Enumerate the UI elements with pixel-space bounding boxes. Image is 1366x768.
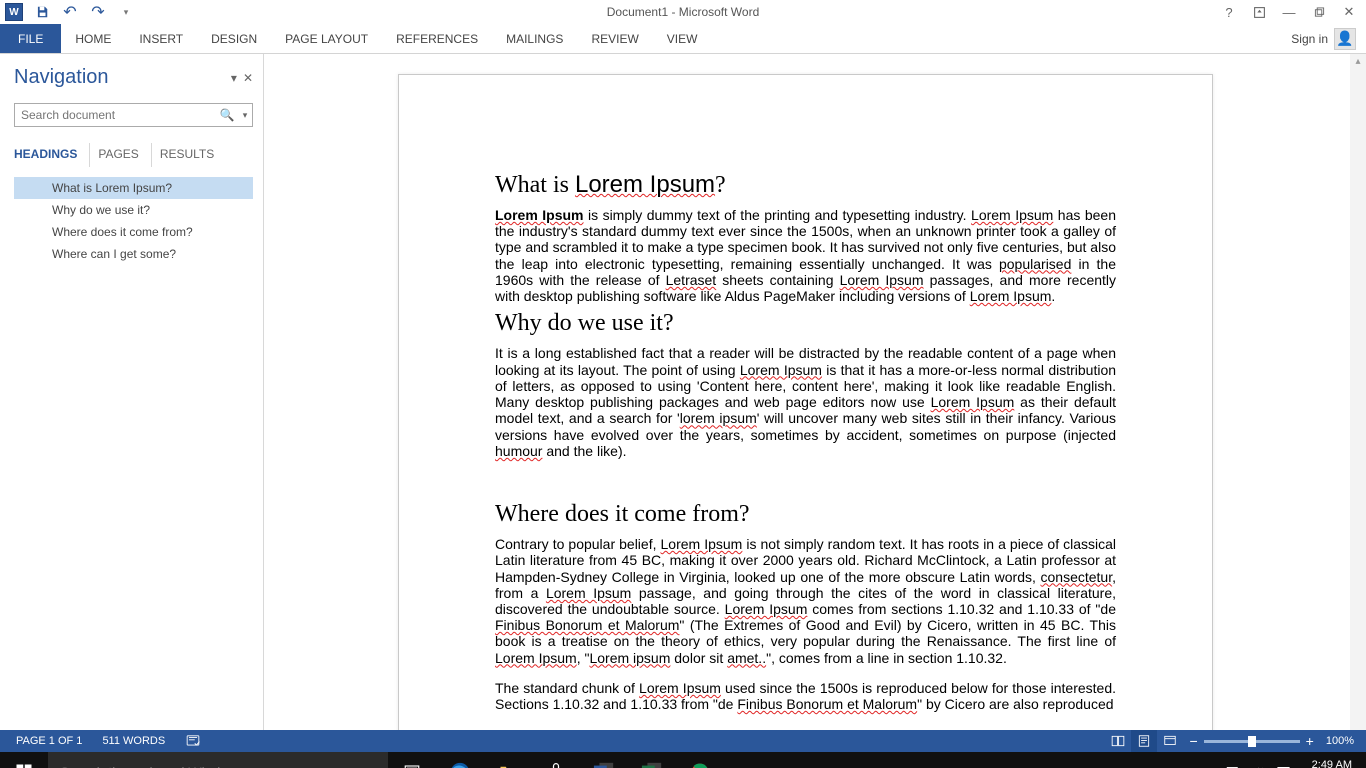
maximize-button[interactable] bbox=[1310, 3, 1328, 21]
tab-design[interactable]: DESIGN bbox=[197, 24, 271, 53]
tray-network-icon[interactable] bbox=[1226, 765, 1241, 768]
zoom-out-button[interactable]: − bbox=[1189, 734, 1197, 748]
ribbon-display-options-icon[interactable] bbox=[1250, 3, 1268, 21]
tray-action-center-icon[interactable] bbox=[1276, 765, 1291, 768]
quick-access-toolbar: W ↶ ↷ ▾ bbox=[0, 2, 136, 22]
zoom-slider[interactable] bbox=[1204, 740, 1300, 743]
chrome-icon[interactable] bbox=[676, 752, 724, 768]
qat-customize-icon[interactable]: ▾ bbox=[116, 2, 136, 22]
doc-heading-2: Why do we use it? bbox=[495, 310, 1116, 337]
doc-paragraph-1: Lorem Ipsum is simply dummy text of the … bbox=[495, 207, 1116, 304]
zoom-slider-handle[interactable] bbox=[1248, 736, 1256, 747]
taskbar-clock[interactable]: 2:49 AM 2/9/2021 bbox=[1301, 759, 1360, 768]
navigation-pane: Navigation ▾ ✕ 🔍 ▾ HEADINGS PAGES RESULT… bbox=[0, 54, 264, 730]
undo-icon[interactable]: ↶ bbox=[60, 2, 80, 22]
nav-tabs: HEADINGS PAGES RESULTS bbox=[14, 143, 253, 167]
taskbar-apps: W X bbox=[388, 752, 724, 768]
word-app-taskbar-icon[interactable]: W bbox=[580, 752, 628, 768]
word-app-icon[interactable]: W bbox=[4, 2, 24, 22]
nav-tree: What is Lorem Ipsum? Why do we use it? W… bbox=[14, 177, 253, 265]
excel-app-taskbar-icon[interactable]: X bbox=[628, 752, 676, 768]
status-bar: PAGE 1 OF 1 511 WORDS − + 100% bbox=[0, 730, 1366, 752]
start-button[interactable] bbox=[0, 752, 48, 768]
sign-in-label: Sign in bbox=[1291, 32, 1328, 46]
tab-home[interactable]: HOME bbox=[61, 24, 125, 53]
titlebar: W ↶ ↷ ▾ Document1 - Microsoft Word ? — ✕ bbox=[0, 0, 1366, 24]
tab-file[interactable]: FILE bbox=[0, 24, 61, 53]
zoom-control: − + 100% bbox=[1183, 734, 1360, 748]
taskbar: W X ˄ 2:49 AM 2/9/2021 bbox=[0, 752, 1366, 768]
nav-tab-headings[interactable]: HEADINGS bbox=[14, 143, 90, 167]
nav-search[interactable]: 🔍 ▾ bbox=[14, 103, 253, 127]
page[interactable]: What is Lorem Ipsum? Lorem Ipsum is simp… bbox=[398, 74, 1213, 730]
tab-mailings[interactable]: MAILINGS bbox=[492, 24, 577, 53]
nav-close-icon[interactable]: ✕ bbox=[243, 71, 253, 85]
status-word-count[interactable]: 511 WORDS bbox=[92, 735, 175, 747]
sign-in[interactable]: Sign in 👤 bbox=[1291, 24, 1366, 53]
avatar-icon: 👤 bbox=[1334, 28, 1356, 50]
scroll-up-icon[interactable]: ▴ bbox=[1353, 56, 1363, 68]
status-proofing-icon[interactable] bbox=[175, 734, 211, 748]
nav-item-what-is-lorem-ipsum[interactable]: What is Lorem Ipsum? bbox=[14, 177, 253, 199]
doc-paragraph-4: The standard chunk of Lorem Ipsum used s… bbox=[495, 680, 1116, 712]
search-icon[interactable]: 🔍 bbox=[216, 108, 238, 122]
nav-item-where-does-it-come-from[interactable]: Where does it come from? bbox=[14, 221, 253, 243]
tab-view[interactable]: VIEW bbox=[653, 24, 712, 53]
nav-item-where-can-i-get-some[interactable]: Where can I get some? bbox=[14, 243, 253, 265]
taskbar-search[interactable] bbox=[48, 752, 388, 768]
document-area[interactable]: What is Lorem Ipsum? Lorem Ipsum is simp… bbox=[264, 54, 1366, 730]
nav-item-why-do-we-use-it[interactable]: Why do we use it? bbox=[14, 199, 253, 221]
store-icon[interactable] bbox=[532, 752, 580, 768]
tab-review[interactable]: REVIEW bbox=[577, 24, 652, 53]
clock-time: 2:49 AM bbox=[1309, 759, 1352, 768]
edge-icon[interactable] bbox=[436, 752, 484, 768]
tray-volume-icon[interactable] bbox=[1251, 765, 1266, 768]
tray-show-hidden-icon[interactable]: ˄ bbox=[1209, 765, 1217, 768]
help-icon[interactable]: ? bbox=[1220, 3, 1238, 21]
nav-dropdown-icon[interactable]: ▾ bbox=[231, 71, 237, 85]
redo-icon[interactable]: ↷ bbox=[88, 2, 108, 22]
window-buttons: ? — ✕ bbox=[1220, 3, 1366, 21]
navigation-title: Navigation bbox=[14, 66, 109, 89]
zoom-value[interactable]: 100% bbox=[1320, 735, 1354, 747]
ribbon: FILE HOME INSERT DESIGN PAGE LAYOUT REFE… bbox=[0, 24, 1366, 54]
task-view-icon[interactable] bbox=[388, 752, 436, 768]
tab-insert[interactable]: INSERT bbox=[125, 24, 197, 53]
workspace: Navigation ▾ ✕ 🔍 ▾ HEADINGS PAGES RESULT… bbox=[0, 54, 1366, 730]
save-icon[interactable] bbox=[32, 2, 52, 22]
taskbar-search-input[interactable] bbox=[60, 764, 376, 768]
doc-paragraph-3: Contrary to popular belief, Lorem Ipsum … bbox=[495, 536, 1116, 666]
tab-references[interactable]: REFERENCES bbox=[382, 24, 492, 53]
view-web-layout-icon[interactable] bbox=[1157, 730, 1183, 752]
doc-heading-3: Where does it come from? bbox=[495, 501, 1116, 528]
nav-tab-results[interactable]: RESULTS bbox=[160, 143, 226, 167]
search-dropdown-icon[interactable]: ▾ bbox=[238, 110, 252, 121]
window-title: Document1 - Microsoft Word bbox=[607, 5, 760, 19]
close-button[interactable]: ✕ bbox=[1340, 3, 1358, 21]
minimize-button[interactable]: — bbox=[1280, 3, 1298, 21]
tab-page-layout[interactable]: PAGE LAYOUT bbox=[271, 24, 382, 53]
nav-search-input[interactable] bbox=[15, 108, 216, 122]
nav-tab-pages[interactable]: PAGES bbox=[98, 143, 151, 167]
system-tray: ˄ 2:49 AM 2/9/2021 bbox=[1203, 752, 1366, 768]
file-explorer-icon[interactable] bbox=[484, 752, 532, 768]
vertical-scrollbar[interactable]: ▴ bbox=[1350, 54, 1366, 730]
zoom-in-button[interactable]: + bbox=[1306, 734, 1314, 748]
view-read-mode-icon[interactable] bbox=[1105, 730, 1131, 752]
status-page[interactable]: PAGE 1 OF 1 bbox=[6, 735, 92, 747]
doc-paragraph-2: It is a long established fact that a rea… bbox=[495, 345, 1116, 459]
view-print-layout-icon[interactable] bbox=[1131, 730, 1157, 752]
doc-heading-1: What is Lorem Ipsum? bbox=[495, 171, 1116, 199]
